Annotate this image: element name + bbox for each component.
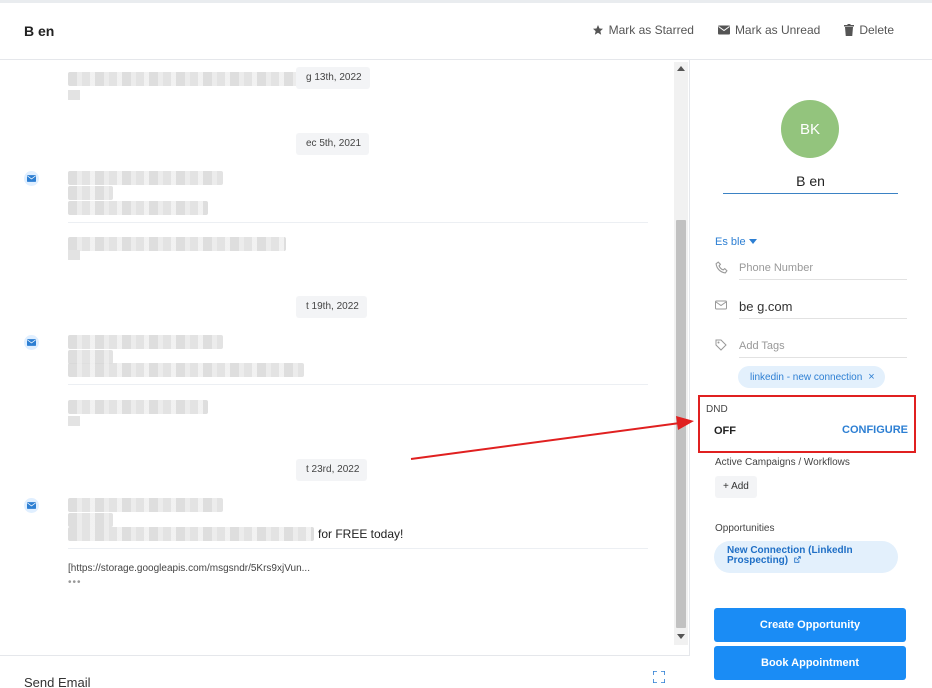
email-input[interactable]: be g.com bbox=[739, 297, 907, 319]
message-divider bbox=[68, 222, 648, 223]
redacted-text bbox=[68, 335, 223, 349]
redacted-text bbox=[68, 527, 314, 541]
phone-field[interactable]: Phone Number bbox=[715, 258, 907, 282]
message-text: for FREE today! bbox=[318, 527, 404, 541]
opportunity-chip[interactable]: New Connection (LinkedIn Prospecting) bbox=[714, 541, 898, 573]
expand-icon[interactable] bbox=[653, 671, 665, 683]
redacted-text bbox=[68, 363, 304, 377]
date-chip: g 13th, 2022 bbox=[296, 67, 370, 89]
header-actions: Mark as Starred Mark as Unread Delete bbox=[592, 23, 894, 37]
redacted-text bbox=[68, 416, 80, 426]
redacted-text bbox=[68, 201, 208, 215]
message-divider bbox=[68, 548, 648, 549]
scroll-thumb[interactable] bbox=[676, 220, 686, 628]
contact-name-field[interactable]: B en bbox=[723, 168, 898, 194]
redacted-text bbox=[68, 186, 113, 200]
avatar: BK bbox=[781, 100, 839, 158]
tag-icon bbox=[715, 339, 727, 351]
phone-icon bbox=[715, 261, 728, 274]
redacted-text bbox=[68, 350, 113, 364]
add-campaign-button[interactable]: + Add bbox=[715, 476, 757, 498]
scroll-down-arrow-icon[interactable] bbox=[677, 634, 685, 639]
phone-input[interactable]: Phone Number bbox=[739, 258, 907, 280]
tags-field[interactable]: Add Tags bbox=[715, 336, 907, 360]
campaigns-label: Active Campaigns / Workflows bbox=[715, 457, 850, 468]
email-message-icon bbox=[24, 498, 39, 513]
message-link[interactable]: [https://storage.googleapis.com/msgsndr/… bbox=[68, 563, 310, 574]
envelope-icon bbox=[717, 25, 730, 35]
date-chip: t 19th, 2022 bbox=[296, 296, 367, 318]
email-icon bbox=[715, 300, 727, 310]
chevron-down-icon bbox=[748, 239, 757, 244]
redacted-text bbox=[68, 90, 80, 100]
configure-dnd-button[interactable]: CONFIGURE bbox=[842, 424, 908, 436]
opportunity-label: New Connection (LinkedIn Prospecting) bbox=[727, 545, 853, 566]
tag-chip: linkedin - new connection × bbox=[738, 366, 885, 388]
date-chip: t 23rd, 2022 bbox=[296, 459, 368, 481]
plus-icon: + bbox=[723, 481, 729, 492]
star-icon bbox=[592, 25, 603, 35]
redacted-text bbox=[68, 400, 208, 414]
owner-label: Es ble bbox=[715, 236, 746, 248]
book-appointment-button[interactable]: Book Appointment bbox=[714, 646, 906, 680]
dnd-label: DND bbox=[706, 404, 728, 415]
redacted-text bbox=[68, 250, 80, 260]
owner-dropdown[interactable]: Es ble bbox=[715, 236, 757, 248]
opportunities-label: Opportunities bbox=[715, 523, 775, 534]
contact-panel: BK B en Es ble Phone Number be g.com Add… bbox=[691, 60, 932, 688]
redacted-text bbox=[68, 498, 223, 512]
email-message-icon bbox=[24, 171, 39, 186]
scroll-up-arrow-icon[interactable] bbox=[677, 66, 685, 71]
delete-button[interactable]: Delete bbox=[844, 23, 894, 37]
send-email-tab[interactable]: Send Email bbox=[24, 675, 90, 688]
redacted-text bbox=[68, 171, 223, 185]
date-chip: ec 5th, 2021 bbox=[296, 133, 370, 155]
tag-label: linkedin - new connection bbox=[750, 371, 863, 383]
conversation-header: B en Mark as Starred Mark as Unread Dele… bbox=[0, 3, 932, 60]
tags-input[interactable]: Add Tags bbox=[739, 336, 907, 358]
email-message-icon bbox=[24, 335, 39, 350]
mark-starred-button[interactable]: Mark as Starred bbox=[592, 23, 694, 37]
redacted-text bbox=[68, 513, 113, 527]
redacted-text bbox=[68, 72, 298, 86]
create-opportunity-button[interactable]: Create Opportunity bbox=[714, 608, 906, 642]
mark-starred-label: Mark as Starred bbox=[608, 23, 694, 37]
composer-footer: Send Email bbox=[0, 655, 690, 688]
external-link-icon bbox=[794, 556, 801, 563]
contact-title: B en bbox=[24, 23, 55, 39]
mark-unread-button[interactable]: Mark as Unread bbox=[717, 23, 821, 37]
conversation-scrollbar[interactable] bbox=[674, 62, 688, 645]
add-label: Add bbox=[731, 481, 749, 492]
delete-label: Delete bbox=[859, 23, 894, 37]
mark-unread-label: Mark as Unread bbox=[734, 23, 821, 37]
trash-icon bbox=[844, 24, 855, 36]
remove-tag-icon[interactable]: × bbox=[868, 371, 874, 383]
email-field[interactable]: be g.com bbox=[715, 297, 907, 321]
dnd-status: OFF bbox=[714, 425, 736, 437]
more-dots[interactable]: ••• bbox=[68, 577, 82, 588]
message-divider bbox=[68, 384, 648, 385]
conversation-thread[interactable]: g 13th, 2022 ec 5th, 2021 t 19th, 2022 t… bbox=[0, 60, 690, 655]
redacted-text bbox=[68, 237, 286, 251]
